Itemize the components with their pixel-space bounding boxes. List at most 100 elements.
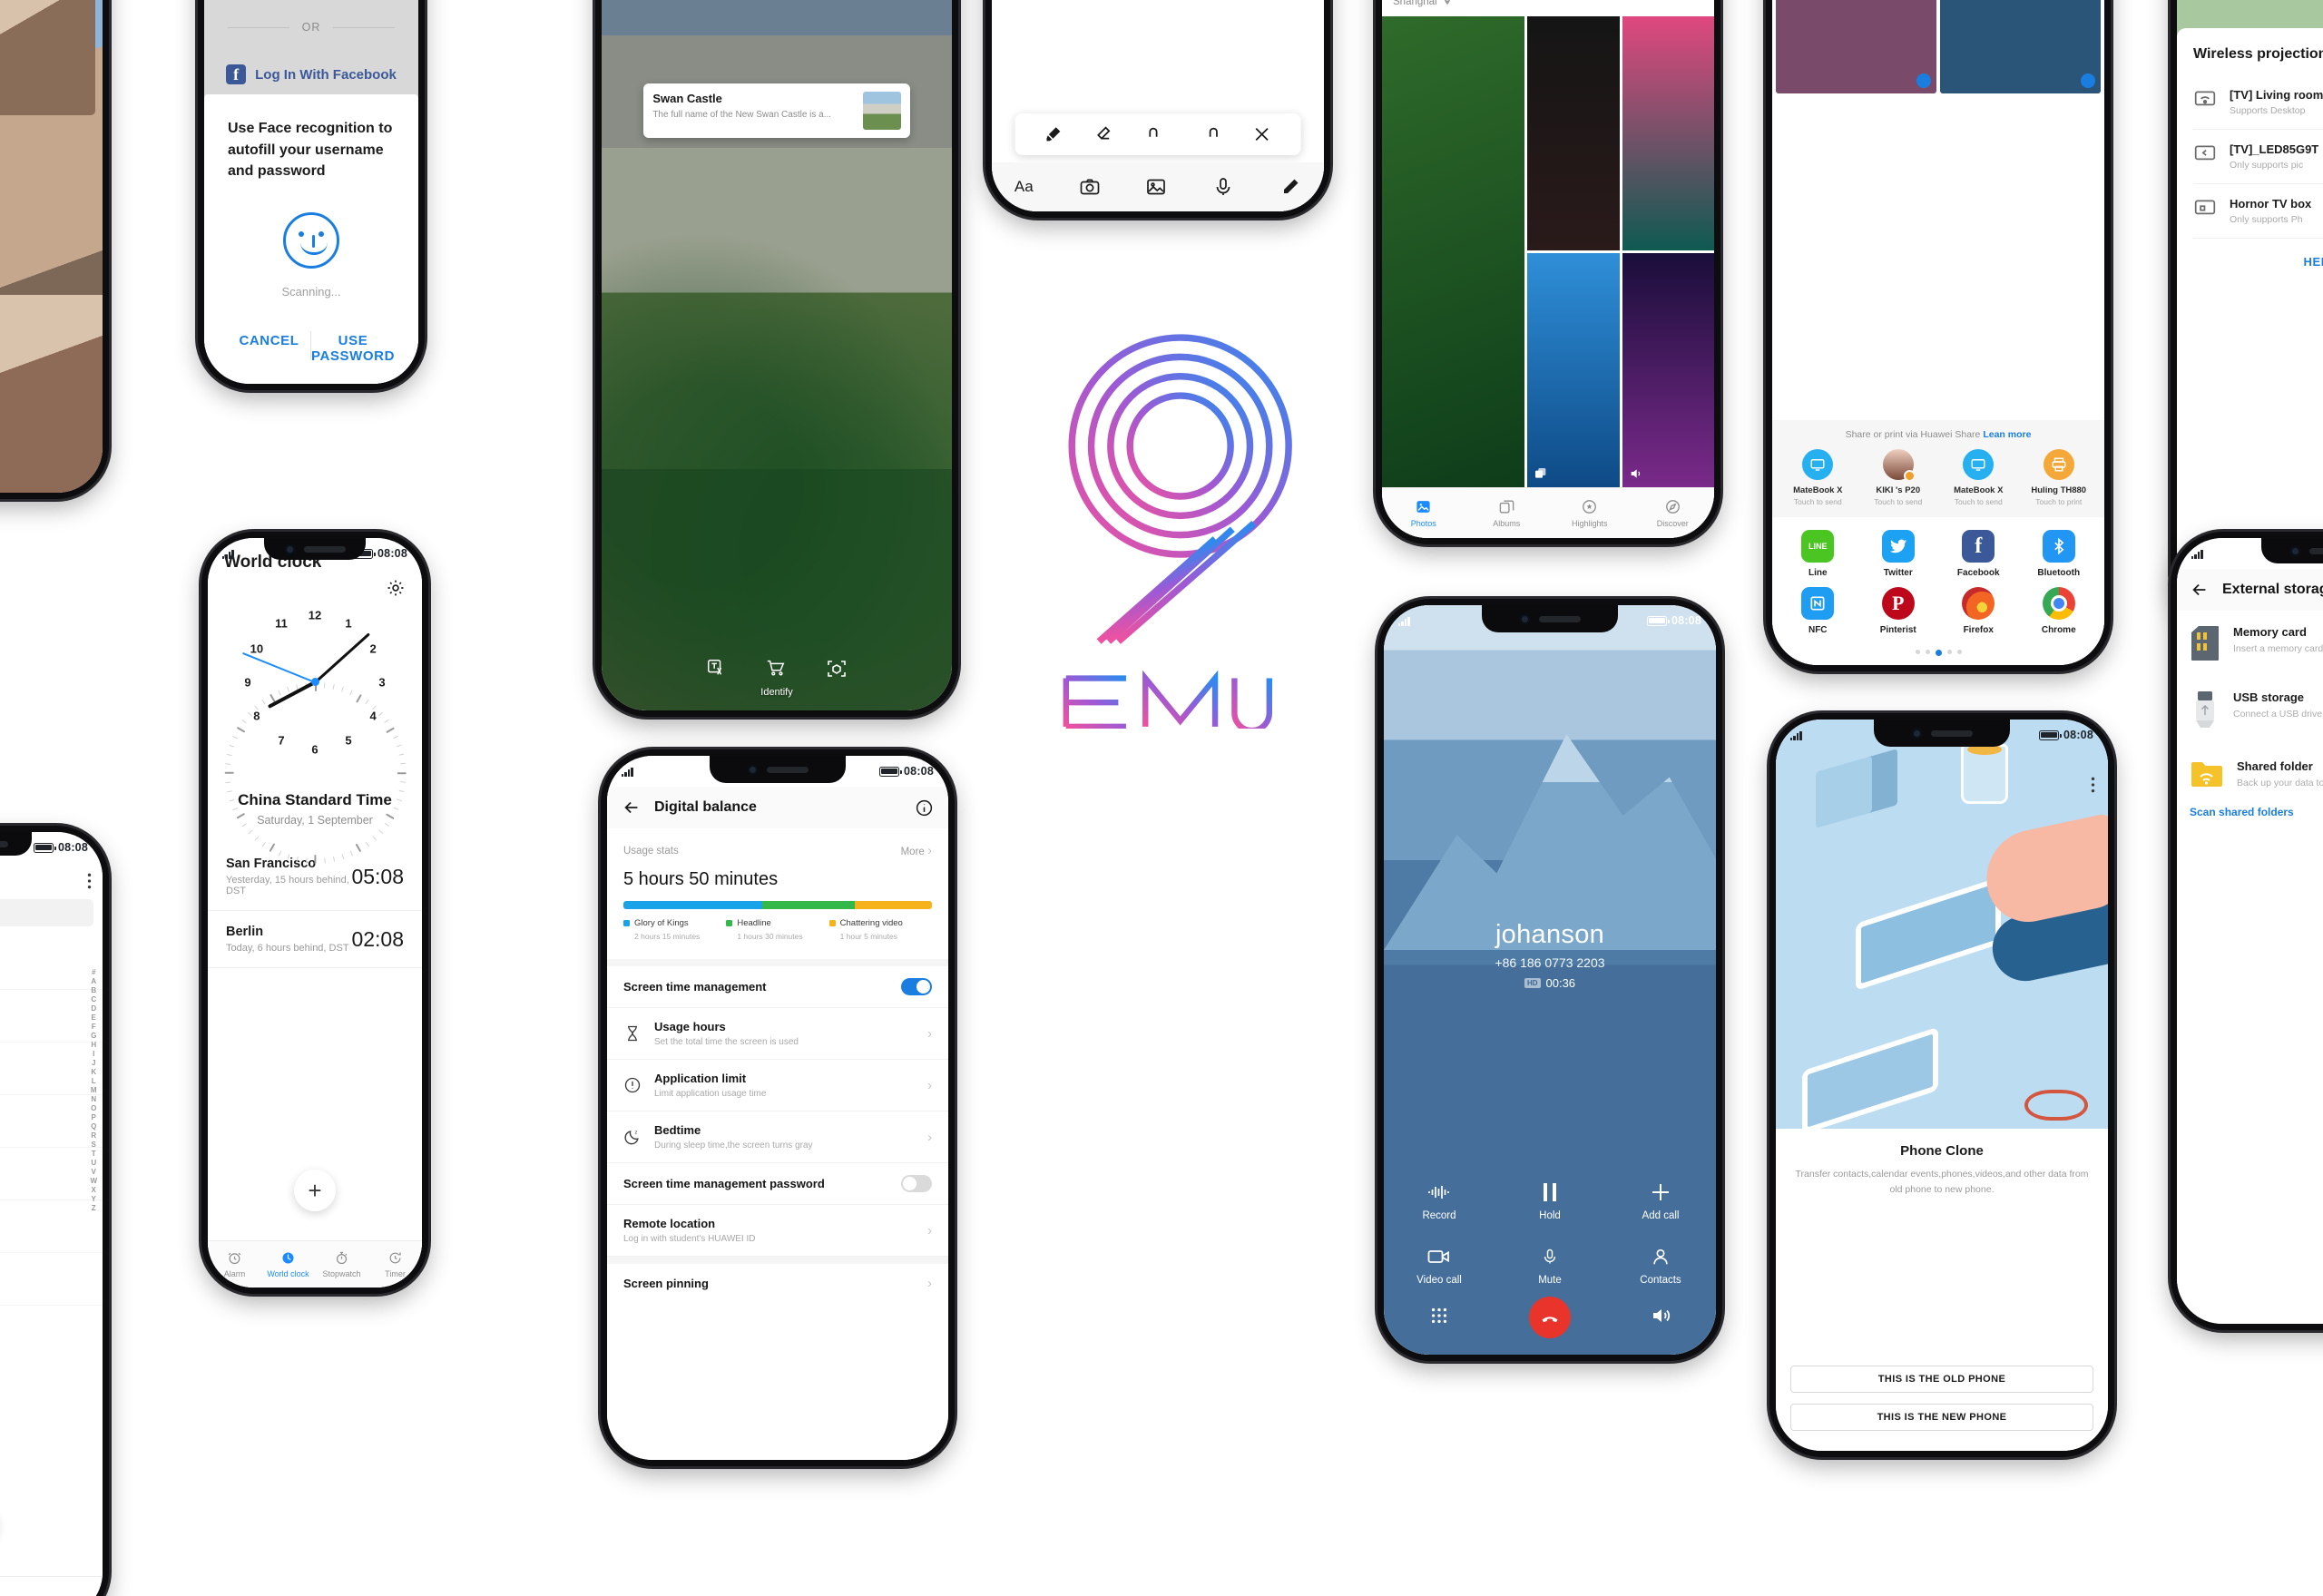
tab-albums[interactable]: Albums bbox=[1465, 488, 1549, 538]
storage-row-usb[interactable]: USB storage Connect a USB drive to back … bbox=[2177, 676, 2323, 745]
index-letter[interactable]: R bbox=[91, 1131, 96, 1140]
index-letter[interactable]: J bbox=[92, 1059, 95, 1067]
usage-hours-row[interactable]: Usage hours Set the total time the scree… bbox=[607, 1008, 948, 1060]
index-letter[interactable]: N bbox=[91, 1095, 96, 1103]
page-dot-active[interactable] bbox=[1935, 650, 1942, 656]
tab-alarm[interactable]: Alarm bbox=[208, 1241, 261, 1288]
index-letter[interactable]: Z bbox=[92, 1204, 96, 1212]
screen-pinning-row[interactable]: Screen pinning › bbox=[607, 1264, 948, 1303]
back-arrow-icon[interactable] bbox=[622, 798, 642, 818]
translate-icon[interactable] bbox=[706, 658, 726, 678]
call-action-record[interactable]: Record bbox=[1384, 1180, 1495, 1221]
usage-stats-header[interactable]: Usage stats More › bbox=[623, 843, 932, 858]
pen-icon[interactable] bbox=[1279, 176, 1301, 198]
share-app-facebook[interactable]: f Facebook bbox=[1938, 530, 2019, 578]
contact-row[interactable] bbox=[0, 937, 103, 990]
index-letter[interactable]: K bbox=[91, 1068, 96, 1076]
bedtime-row[interactable]: z Bedtime During sleep time,the screen t… bbox=[607, 1111, 948, 1163]
call-action-hold[interactable]: Hold bbox=[1495, 1180, 1605, 1221]
projection-device[interactable]: [TV]_LED85G9T Only supports pic bbox=[2193, 130, 2323, 184]
facebook-login-button[interactable]: f Log In With Facebook bbox=[204, 64, 418, 84]
city-row[interactable]: Berlin Today, 6 hours behind, DST 02:08 bbox=[208, 911, 422, 968]
tab-timer[interactable]: Timer bbox=[368, 1241, 422, 1288]
index-letter[interactable]: A bbox=[91, 977, 96, 985]
end-call-button[interactable] bbox=[1495, 1297, 1605, 1338]
old-phone-button[interactable]: THIS IS THE OLD PHONE bbox=[1790, 1366, 2093, 1393]
camera-icon[interactable] bbox=[1079, 176, 1101, 198]
share-app-bluetooth[interactable]: Bluetooth bbox=[2019, 530, 2100, 578]
index-letter[interactable]: Q bbox=[91, 1122, 96, 1131]
call-action-contacts[interactable]: Contacts bbox=[1605, 1245, 1716, 1286]
index-letter[interactable]: L bbox=[92, 1077, 96, 1085]
photo-thumbnail[interactable] bbox=[1622, 16, 1714, 250]
contact-row[interactable] bbox=[0, 1095, 103, 1148]
usage-more-link[interactable]: More › bbox=[901, 843, 932, 858]
index-letter[interactable]: Y bbox=[92, 1195, 96, 1203]
device-item[interactable]: Huling TH880 Touch to print bbox=[2019, 449, 2100, 506]
tab-highlights[interactable]: Highlights bbox=[1548, 488, 1632, 538]
application-limit-row[interactable]: Application limit Limit application usag… bbox=[607, 1060, 948, 1111]
text-format-icon[interactable]: Aa bbox=[1014, 178, 1034, 196]
index-letter[interactable]: V bbox=[92, 1168, 96, 1176]
page-dot[interactable] bbox=[1956, 650, 1962, 654]
overflow-menu-button[interactable] bbox=[2091, 776, 2095, 798]
shopping-cart-icon[interactable] bbox=[766, 658, 786, 678]
share-app-chrome[interactable]: Chrome bbox=[2019, 587, 2100, 635]
remote-location-row[interactable]: Remote location Log in with student's HU… bbox=[607, 1205, 948, 1257]
photo-thumbnail[interactable] bbox=[1527, 253, 1620, 487]
index-letter[interactable]: W bbox=[90, 1177, 97, 1185]
index-letter[interactable]: T bbox=[92, 1150, 96, 1158]
photo-thumbnail[interactable] bbox=[1527, 16, 1620, 250]
search-input[interactable] bbox=[0, 899, 93, 926]
index-letter[interactable]: F bbox=[92, 1023, 96, 1031]
screen-time-password-toggle[interactable] bbox=[901, 1175, 932, 1192]
eraser-icon[interactable] bbox=[1094, 124, 1114, 144]
storage-row-memory-card[interactable]: Memory card Insert a memory card to stor… bbox=[2177, 611, 2323, 676]
back-arrow-icon[interactable] bbox=[2190, 580, 2210, 600]
projection-device[interactable]: Hornor TV box Only supports Ph bbox=[2193, 184, 2323, 239]
contact-row[interactable] bbox=[0, 1043, 103, 1095]
index-letter[interactable]: U bbox=[91, 1159, 96, 1167]
contact-row[interactable] bbox=[0, 1253, 103, 1306]
index-letter[interactable]: P bbox=[92, 1113, 96, 1121]
keypad-button[interactable] bbox=[1384, 1306, 1495, 1330]
learn-more-link[interactable]: Lean more bbox=[1983, 429, 2031, 440]
index-letter[interactable]: O bbox=[91, 1104, 96, 1112]
index-letter[interactable]: B bbox=[91, 986, 96, 994]
contact-row[interactable] bbox=[0, 1148, 103, 1200]
use-password-button[interactable]: USE PASSWORD bbox=[311, 322, 395, 384]
index-letter[interactable]: D bbox=[91, 1004, 96, 1013]
call-action-video-call[interactable]: Video call bbox=[1384, 1245, 1495, 1286]
scan-shared-folders-link[interactable]: Scan shared folders bbox=[2177, 806, 2323, 818]
favourites-tab[interactable]: Favourites bbox=[0, 1576, 103, 1596]
device-item[interactable]: MateBook X Touch to send bbox=[1938, 449, 2019, 506]
call-action-mute[interactable]: Mute bbox=[1495, 1245, 1605, 1286]
screen-time-management-row[interactable]: Screen time management bbox=[607, 966, 948, 1008]
help-button[interactable]: HELP bbox=[2193, 239, 2323, 285]
share-app-line[interactable]: LINE Line bbox=[1778, 530, 1858, 578]
index-letter[interactable]: C bbox=[91, 995, 96, 1004]
tab-stopwatch[interactable]: Stopwatch bbox=[315, 1241, 368, 1288]
contact-row[interactable] bbox=[0, 1200, 103, 1253]
index-letter[interactable]: G bbox=[91, 1032, 96, 1040]
storage-row-shared-folder[interactable]: Shared folder Back up your data to a net… bbox=[2177, 745, 2323, 806]
info-icon[interactable] bbox=[915, 798, 934, 818]
index-letter[interactable]: E bbox=[92, 1013, 96, 1022]
share-app-twitter[interactable]: Twitter bbox=[1858, 530, 1939, 578]
share-app-firefox[interactable]: Firefox bbox=[1938, 587, 2019, 635]
index-letter[interactable]: X bbox=[92, 1186, 96, 1194]
new-phone-button[interactable]: THIS IS THE NEW PHONE bbox=[1790, 1404, 2093, 1431]
cancel-button[interactable]: CANCEL bbox=[228, 322, 310, 384]
device-item[interactable]: MateBook X Touch to send bbox=[1778, 449, 1858, 506]
object-recognition-card[interactable]: Swan Castle The full name of the New Swa… bbox=[643, 83, 910, 138]
microphone-icon[interactable] bbox=[1212, 176, 1234, 198]
index-letter[interactable]: H bbox=[91, 1041, 96, 1049]
page-dot[interactable] bbox=[1915, 650, 1920, 654]
index-letter[interactable]: I bbox=[93, 1050, 94, 1058]
alphabet-index[interactable]: # A B C D E F G H I J K L M N O P Q R S T U V W X Y Z bbox=[90, 968, 97, 1212]
video-call-pip[interactable] bbox=[0, 0, 95, 115]
undo-icon[interactable] bbox=[1146, 124, 1168, 144]
share-image[interactable] bbox=[1776, 0, 1936, 93]
screen-time-password-row[interactable]: Screen time management password bbox=[607, 1163, 948, 1205]
object-scan-icon[interactable] bbox=[826, 658, 848, 680]
